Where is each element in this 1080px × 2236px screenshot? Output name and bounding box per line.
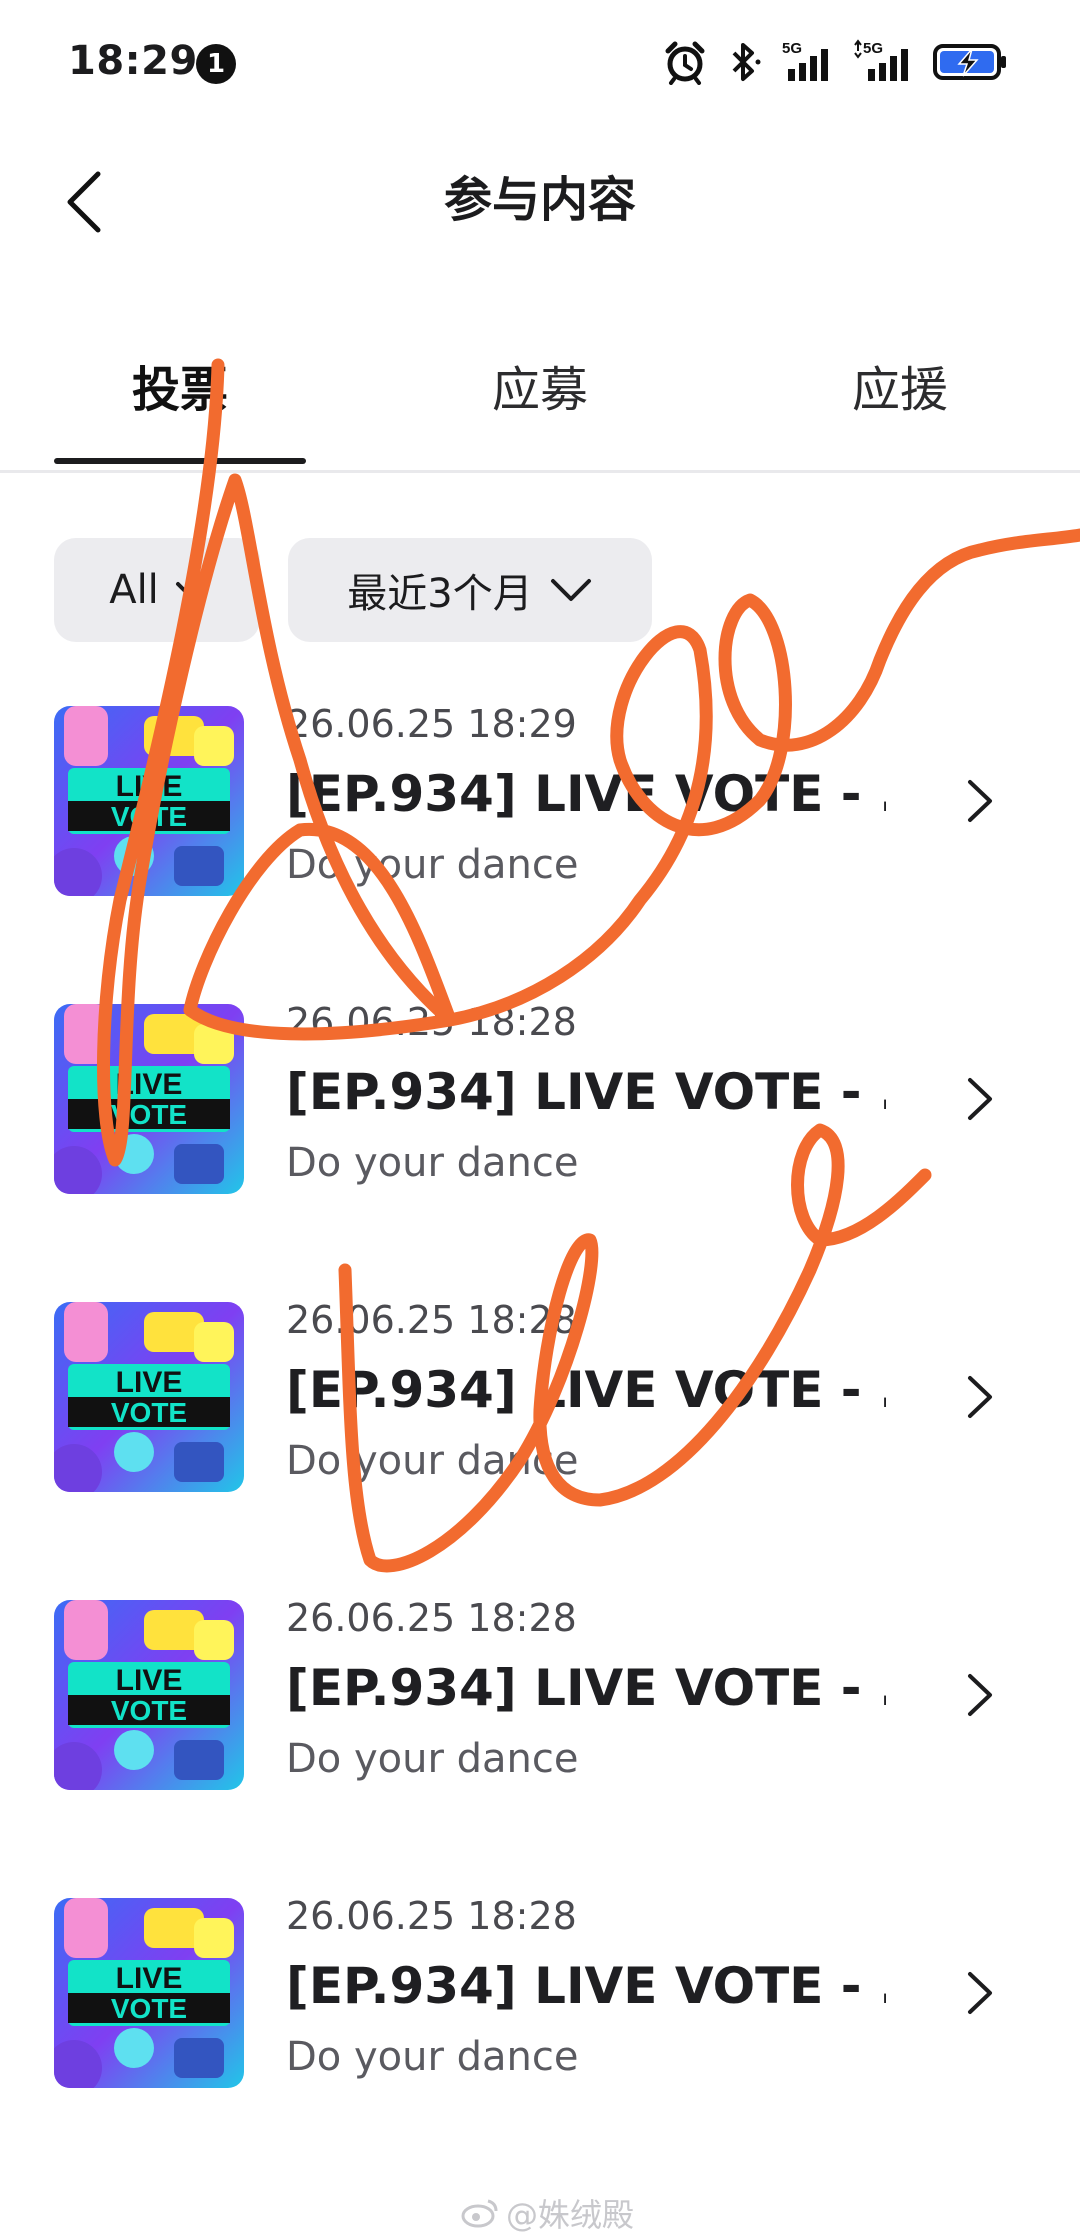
item-date: 26.06.25 18:28: [286, 1000, 577, 1044]
period-filter-label: 最近3个月: [347, 571, 533, 617]
chevron-right-icon: [968, 780, 992, 822]
item-subtitle: Do your dance: [286, 1736, 579, 1782]
bluetooth-icon: [726, 39, 764, 85]
thumb-text-live: LIVE: [116, 1068, 183, 1101]
battery-charging-icon: [932, 39, 1008, 85]
category-filter[interactable]: All: [54, 538, 260, 642]
thumb-text-vote: VOTE: [111, 1099, 187, 1130]
chevron-right-icon: [968, 1972, 992, 2014]
signal-5g-icon: 5G: [782, 39, 834, 85]
live-vote-thumbnail: LIVE VOTE: [54, 1898, 244, 2088]
status-time: 18:29: [68, 38, 198, 84]
list-item[interactable]: LIVE VOTE 26.06.25 18:28 [EP.934] LIVE V…: [0, 988, 1080, 1208]
item-title: [EP.934] LIVE VOTE - ...: [286, 1361, 886, 1419]
tab-bar: 投票 应募 应援: [0, 330, 1080, 473]
live-vote-thumbnail: LIVE VOTE: [54, 1004, 244, 1194]
notification-badge: 1: [196, 44, 236, 84]
thumb-text-vote: VOTE: [111, 1993, 187, 2024]
status-icons: 5G 5G: [662, 36, 1008, 88]
item-title: [EP.934] LIVE VOTE - ...: [286, 1957, 886, 2015]
thumb-text-live: LIVE: [116, 770, 183, 803]
period-filter[interactable]: 最近3个月: [288, 538, 652, 642]
thumb-text-vote: VOTE: [111, 1695, 187, 1726]
item-date: 26.06.25 18:28: [286, 1894, 577, 1938]
network-label-1: 5G: [782, 40, 802, 57]
network-label-2: 5G: [863, 40, 883, 57]
chevron-right-icon: [968, 1674, 992, 1716]
thumb-text-vote: VOTE: [111, 1397, 187, 1428]
chevron-right-icon: [968, 1376, 992, 1418]
item-title: [EP.934] LIVE VOTE - ...: [286, 765, 886, 823]
tab-indicator: [54, 458, 306, 464]
item-subtitle: Do your dance: [286, 2034, 579, 2080]
watermark: @姝绒殿: [460, 2190, 634, 2236]
signal-5g-icon-2: 5G: [852, 39, 914, 85]
tab-vote[interactable]: 投票: [54, 350, 306, 430]
chevron-right-icon: [968, 1078, 992, 1120]
thumb-text-live: LIVE: [116, 1664, 183, 1697]
page-title: 参与内容: [443, 172, 636, 228]
chevron-down-icon: [175, 582, 204, 598]
alarm-icon: [662, 39, 708, 85]
list-item[interactable]: LIVE VOTE 26.06.25 18:29 [EP.934] LIVE V…: [0, 690, 1080, 910]
category-filter-label: All: [109, 567, 159, 613]
item-subtitle: Do your dance: [286, 842, 579, 888]
live-vote-thumbnail: LIVE VOTE: [54, 706, 244, 896]
list-item[interactable]: LIVE VOTE 26.06.25 18:28 [EP.934] LIVE V…: [0, 1286, 1080, 1506]
live-vote-thumbnail: LIVE VOTE: [54, 1600, 244, 1790]
item-title: [EP.934] LIVE VOTE - ...: [286, 1063, 886, 1121]
tab-apply[interactable]: 应募: [414, 350, 666, 430]
list-item[interactable]: LIVE VOTE 26.06.25 18:28 [EP.934] LIVE V…: [0, 1584, 1080, 1804]
chevron-down-icon: [550, 579, 591, 601]
thumb-text-vote: VOTE: [111, 801, 187, 832]
item-title: [EP.934] LIVE VOTE - ...: [286, 1659, 886, 1717]
thumb-text-live: LIVE: [116, 1366, 183, 1399]
item-date: 26.06.25 18:28: [286, 1298, 577, 1342]
watermark-text: @姝绒殿: [506, 2196, 635, 2234]
weibo-icon: [461, 2199, 498, 2228]
live-vote-thumbnail: LIVE VOTE: [54, 1302, 244, 1492]
item-date: 26.06.25 18:29: [286, 702, 577, 746]
status-bar: 18:29 1 5G 5G: [0, 0, 1080, 130]
item-subtitle: Do your dance: [286, 1140, 579, 1186]
list-item[interactable]: LIVE VOTE 26.06.25 18:28 [EP.934] LIVE V…: [0, 1882, 1080, 2102]
thumb-text-live: LIVE: [116, 1962, 183, 1995]
tab-support[interactable]: 应援: [774, 350, 1026, 430]
item-date: 26.06.25 18:28: [286, 1596, 577, 1640]
item-subtitle: Do your dance: [286, 1438, 579, 1484]
